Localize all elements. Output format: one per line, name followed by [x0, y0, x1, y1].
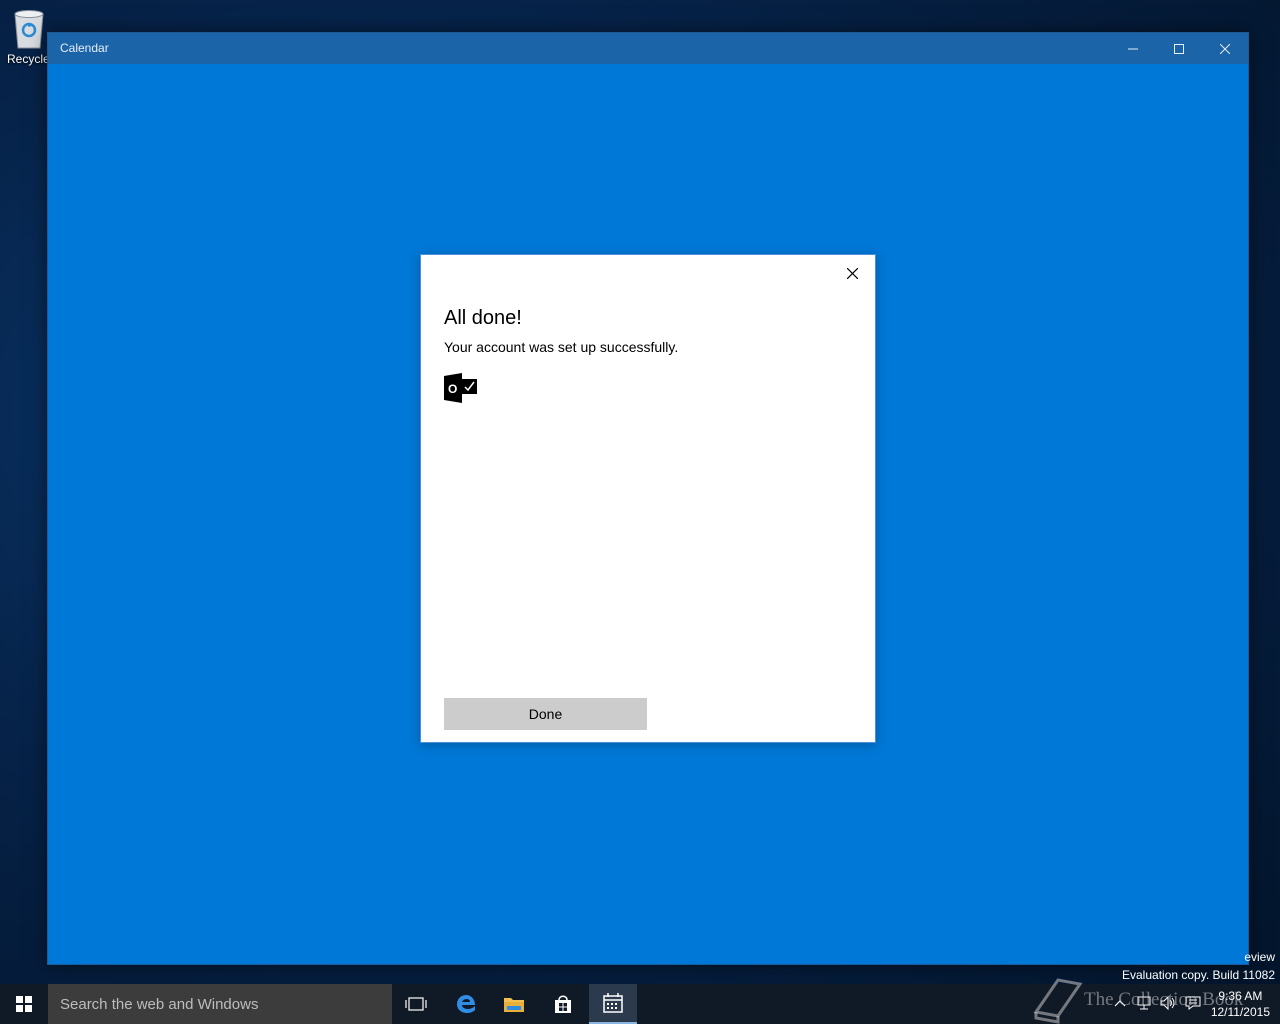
task-view-button[interactable]	[392, 984, 440, 1024]
svg-text:O: O	[448, 382, 457, 396]
outlook-account-icon: O	[444, 373, 477, 403]
calendar-icon	[603, 993, 623, 1013]
close-icon	[846, 267, 858, 279]
edge-icon	[457, 995, 475, 1013]
dialog-close-button[interactable]	[843, 264, 861, 282]
preview-label: eview	[1244, 950, 1275, 964]
dialog-heading: All done!	[444, 307, 522, 329]
recycle-bin-icon	[14, 10, 44, 49]
folder-icon	[504, 998, 524, 1012]
book-icon	[1033, 978, 1083, 1024]
search-box[interactable]: Search the web and Windows	[48, 984, 392, 1024]
watermark-brand: The Collection Book	[1084, 989, 1244, 1010]
task-view-icon	[405, 997, 427, 1011]
minimize-button[interactable]	[1110, 33, 1156, 64]
store-button[interactable]	[539, 984, 587, 1024]
done-button[interactable]: Done	[444, 698, 647, 730]
account-setup-dialog: All done! Your account was set up succes…	[420, 254, 876, 743]
windows-logo-icon	[16, 996, 32, 1012]
store-bag-icon	[555, 995, 571, 1013]
title-bar[interactable]: Calendar	[48, 33, 1248, 64]
edge-button[interactable]	[442, 984, 490, 1024]
close-icon	[1220, 43, 1230, 54]
file-explorer-button[interactable]	[490, 984, 538, 1024]
calendar-taskbar-button[interactable]	[589, 984, 637, 1024]
maximize-button[interactable]	[1156, 33, 1202, 64]
start-button[interactable]	[0, 984, 48, 1024]
maximize-icon	[1174, 43, 1184, 54]
minimize-icon	[1128, 48, 1138, 49]
dialog-message: Your account was set up successfully.	[444, 339, 679, 355]
window-title: Calendar	[60, 41, 109, 55]
close-window-button[interactable]	[1202, 33, 1248, 64]
collection-book-watermark: The Collection Book	[1030, 976, 1243, 1024]
